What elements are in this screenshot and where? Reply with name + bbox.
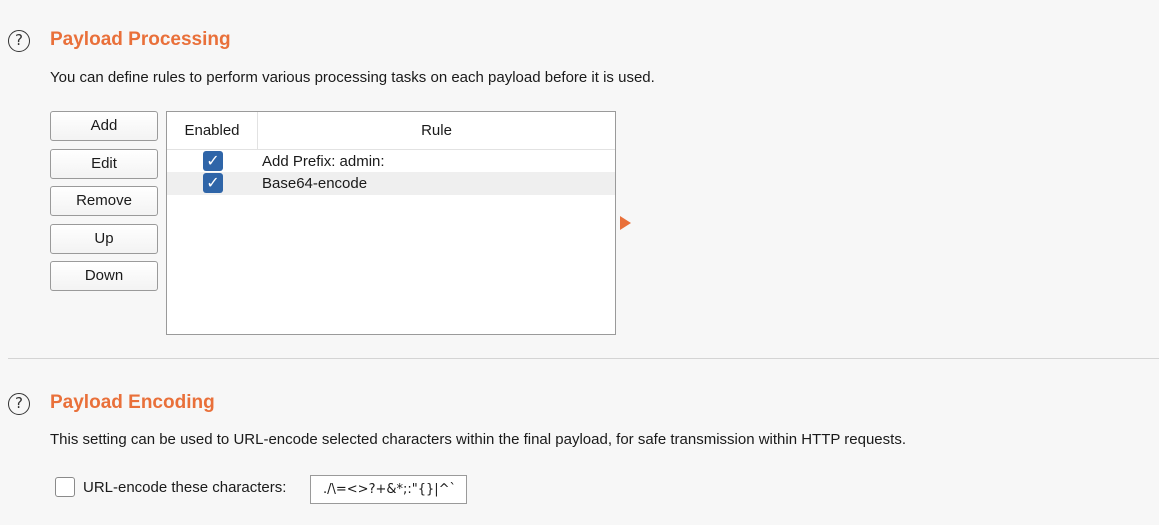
section-divider <box>8 358 1159 359</box>
help-icon[interactable]: ? <box>8 30 30 52</box>
column-header-enabled[interactable]: Enabled <box>167 112 258 149</box>
column-header-rule[interactable]: Rule <box>258 112 615 149</box>
processing-rules-table[interactable]: Enabled Rule ✓ Add Prefix: admin: ✓ Base… <box>166 111 616 335</box>
enabled-checkbox[interactable]: ✓ <box>203 151 223 171</box>
remove-button[interactable]: Remove <box>50 186 158 216</box>
down-button[interactable]: Down <box>50 261 158 291</box>
rule-cell: Base64-encode <box>262 175 368 192</box>
url-encode-label[interactable]: URL-encode these characters: <box>83 479 286 496</box>
table-row[interactable]: ✓ Add Prefix: admin: <box>167 150 615 173</box>
enabled-checkbox[interactable]: ✓ <box>203 173 223 193</box>
payload-processing-description: You can define rules to perform various … <box>50 69 655 86</box>
url-encode-checkbox[interactable] <box>55 477 75 497</box>
section-title-payload-encoding: Payload Encoding <box>50 392 215 413</box>
triangle-right-icon[interactable] <box>620 216 631 230</box>
checkmark-icon: ✓ <box>206 151 220 170</box>
table-header: Enabled Rule <box>167 112 615 150</box>
up-button[interactable]: Up <box>50 224 158 254</box>
rule-cell: Add Prefix: admin: <box>262 153 385 170</box>
table-row[interactable]: ✓ Base64-encode <box>167 172 615 195</box>
help-icon[interactable]: ? <box>8 393 30 415</box>
add-button[interactable]: Add <box>50 111 158 141</box>
payload-encoding-description: This setting can be used to URL-encode s… <box>50 431 906 448</box>
checkmark-icon: ✓ <box>206 173 220 192</box>
url-encode-characters-input[interactable]: ./\=<>?+&*;:"{}|^` <box>310 475 467 504</box>
intruder-payloads-panel: ? Payload Processing You can define rule… <box>0 0 1159 525</box>
edit-button[interactable]: Edit <box>50 149 158 179</box>
section-title-payload-processing: Payload Processing <box>50 29 231 50</box>
